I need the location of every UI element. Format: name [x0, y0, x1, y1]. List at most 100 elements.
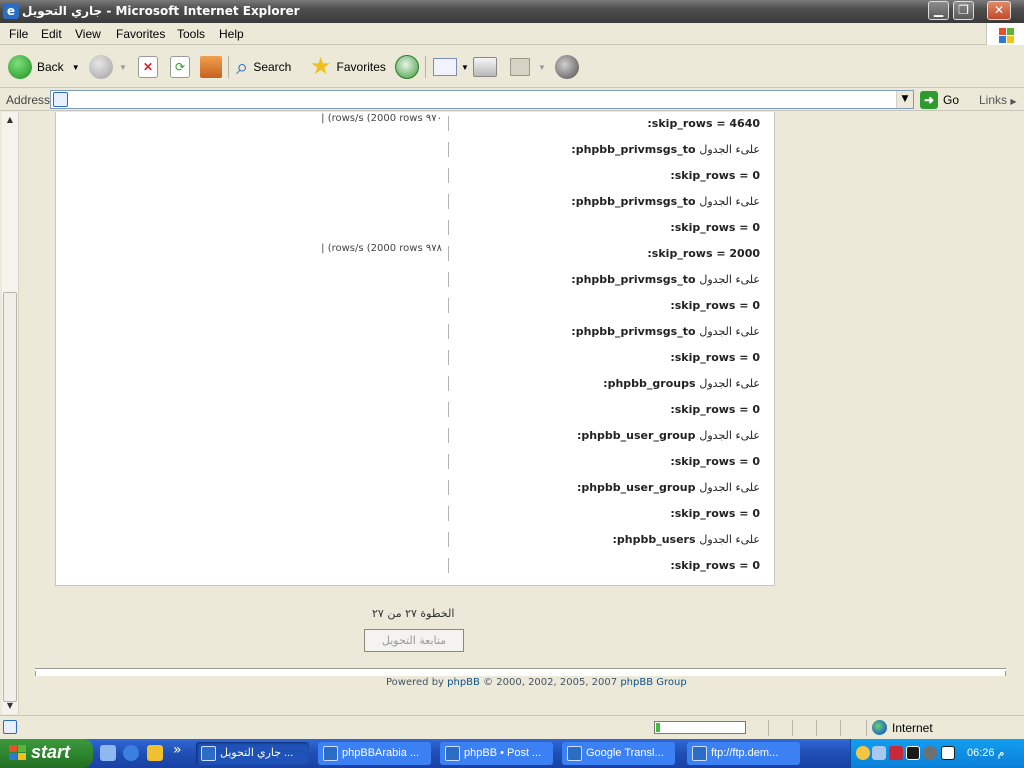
skip-rows-text: :skip_rows = 0 — [670, 169, 760, 182]
app-tray-icon[interactable] — [906, 746, 920, 760]
address-input[interactable]: ▼ — [50, 90, 914, 109]
taskbar-item[interactable]: ftp://ftp.dem... — [687, 742, 800, 765]
table-prefix: علىء الجدول — [699, 273, 760, 286]
menu-favorites[interactable]: Favorites — [116, 27, 165, 41]
messenger-button[interactable] — [555, 53, 579, 81]
continue-conversion-button[interactable]: متابعة التحويل — [364, 629, 464, 652]
stop-icon: ✕ — [138, 56, 158, 78]
taskbar-item[interactable]: phpBBArabia ... — [318, 742, 431, 765]
log-row: :skip_rows = 0 — [56, 216, 776, 242]
forward-button[interactable]: ▼ — [89, 53, 127, 81]
start-label: start — [31, 742, 71, 762]
row-divider — [448, 402, 449, 417]
page-icon — [53, 92, 68, 107]
row-text: :skip_rows = 0 — [670, 169, 760, 182]
row-divider — [448, 532, 449, 547]
back-arrow-icon — [8, 55, 32, 79]
messenger-tray-icon[interactable] — [941, 746, 955, 760]
security-zone[interactable]: Internet — [872, 720, 933, 735]
menu-tools[interactable]: Tools — [177, 27, 205, 41]
skip-rows-text: :skip_rows = 4640 — [647, 117, 760, 130]
search-button[interactable]: ⌕ Search — [236, 53, 291, 81]
favorites-button[interactable]: ★ Favorites — [310, 53, 386, 81]
favorites-star-icon: ★ — [310, 53, 332, 80]
log-row: :phpbb_privmsgs_to علىء الجدول — [56, 138, 776, 164]
table-name: :phpbb_users — [612, 533, 696, 546]
address-bar: Address ▼ ➜ Go Links ▶ — [0, 89, 1024, 111]
quicklaunch-chevron-icon[interactable]: » — [173, 742, 182, 758]
toolbar-separator — [228, 56, 229, 78]
forward-dropdown-icon[interactable]: ▼ — [119, 63, 127, 72]
task-app-icon — [323, 746, 338, 761]
start-button[interactable]: start — [0, 739, 93, 768]
home-button[interactable] — [200, 53, 222, 81]
mail-dropdown-icon[interactable]: ▼ — [461, 63, 469, 72]
table-prefix: علىء الجدول — [699, 481, 760, 494]
title-bar[interactable]: e جاري التحويل - Microsoft Internet Expl… — [0, 0, 1024, 23]
system-tray: 06:26 م — [850, 739, 1024, 768]
refresh-button[interactable]: ⟳ — [170, 53, 190, 81]
row-text: :skip_rows = 0 — [670, 455, 760, 468]
close-button[interactable]: ✕ — [987, 1, 1011, 20]
row-text: :skip_rows = 2000 — [647, 247, 760, 260]
menu-edit[interactable]: Edit — [41, 27, 62, 41]
row-text: :phpbb_user_group علىء الجدول — [577, 481, 760, 494]
print-button[interactable] — [473, 53, 497, 81]
row-divider — [448, 246, 449, 261]
row-divider — [448, 428, 449, 443]
menu-file[interactable]: File — [9, 27, 28, 41]
menu-view[interactable]: View — [75, 27, 101, 41]
menu-bar: File Edit View Favorites Tools Help — [0, 23, 1024, 45]
links-button[interactable]: Links ▶ — [979, 93, 1017, 107]
log-row: :skip_rows = 0 — [56, 164, 776, 190]
skip-rows-text: :skip_rows = 0 — [670, 221, 760, 234]
phpbb-link[interactable]: phpBB — [447, 677, 480, 688]
edit-button[interactable]: ▼ — [510, 53, 546, 81]
edit-dropdown-icon[interactable]: ▼ — [538, 63, 546, 72]
vertical-scrollbar[interactable]: ▲ ▼ — [2, 112, 19, 714]
globe-icon — [872, 720, 887, 735]
volume-tray-icon[interactable] — [923, 746, 937, 760]
stop-button[interactable]: ✕ — [138, 53, 158, 81]
address-dropdown-icon[interactable]: ▼ — [896, 91, 913, 108]
task-app-icon — [692, 746, 707, 761]
back-button[interactable]: Back ▼ — [8, 53, 80, 81]
table-name: :phpbb_privmsgs_to — [571, 273, 696, 286]
taskbar-item[interactable]: phpBB • Post ... — [440, 742, 553, 765]
mail-button[interactable]: ▼ — [433, 53, 469, 81]
task-app-icon — [567, 746, 582, 761]
task-app-icon — [445, 746, 460, 761]
history-icon — [395, 55, 419, 79]
log-row: :skip_rows = 0 — [56, 554, 776, 580]
back-dropdown-icon[interactable]: ▼ — [72, 63, 80, 72]
show-desktop-icon[interactable] — [100, 745, 116, 761]
powered-by-text: Powered by — [386, 677, 448, 688]
scroll-up-icon[interactable]: ▲ — [2, 112, 18, 128]
ie-icon: e — [3, 3, 19, 19]
status-separator — [792, 720, 793, 736]
skip-rows-text: :skip_rows = 2000 — [647, 247, 760, 260]
status-separator — [816, 720, 817, 736]
smiley-tray-icon[interactable] — [856, 746, 870, 760]
row-divider — [448, 272, 449, 287]
taskbar-item[interactable]: جاري التحويل ... — [196, 742, 309, 765]
winamp-icon[interactable] — [147, 745, 163, 761]
ie-quicklaunch-icon[interactable] — [123, 745, 139, 761]
network-tray-icon[interactable] — [872, 746, 886, 760]
row-text: :skip_rows = 4640 — [647, 117, 760, 130]
phpbb-group-link[interactable]: phpBB Group — [620, 677, 686, 688]
minimize-button[interactable]: ▁ — [928, 1, 949, 20]
toolbar: Back ▼ ▼ ✕ ⟳ ⌕ Search ★ Favorites ▼ ▼ — [0, 46, 1024, 88]
row-text: :skip_rows = 0 — [670, 299, 760, 312]
maximize-button[interactable]: ❐ — [953, 1, 974, 20]
menu-help[interactable]: Help — [219, 27, 244, 41]
row-text: :phpbb_privmsgs_to علىء الجدول — [571, 143, 760, 156]
taskbar-item[interactable]: Google Transl... — [562, 742, 675, 765]
scroll-thumb[interactable] — [3, 292, 17, 702]
antivirus-tray-icon[interactable] — [889, 746, 903, 760]
task-label: جاري التحويل ... — [220, 747, 294, 759]
go-button[interactable]: ➜ Go — [920, 91, 959, 109]
row-divider — [448, 116, 449, 131]
scroll-down-icon[interactable]: ▼ — [2, 698, 18, 714]
history-button[interactable] — [395, 53, 419, 81]
